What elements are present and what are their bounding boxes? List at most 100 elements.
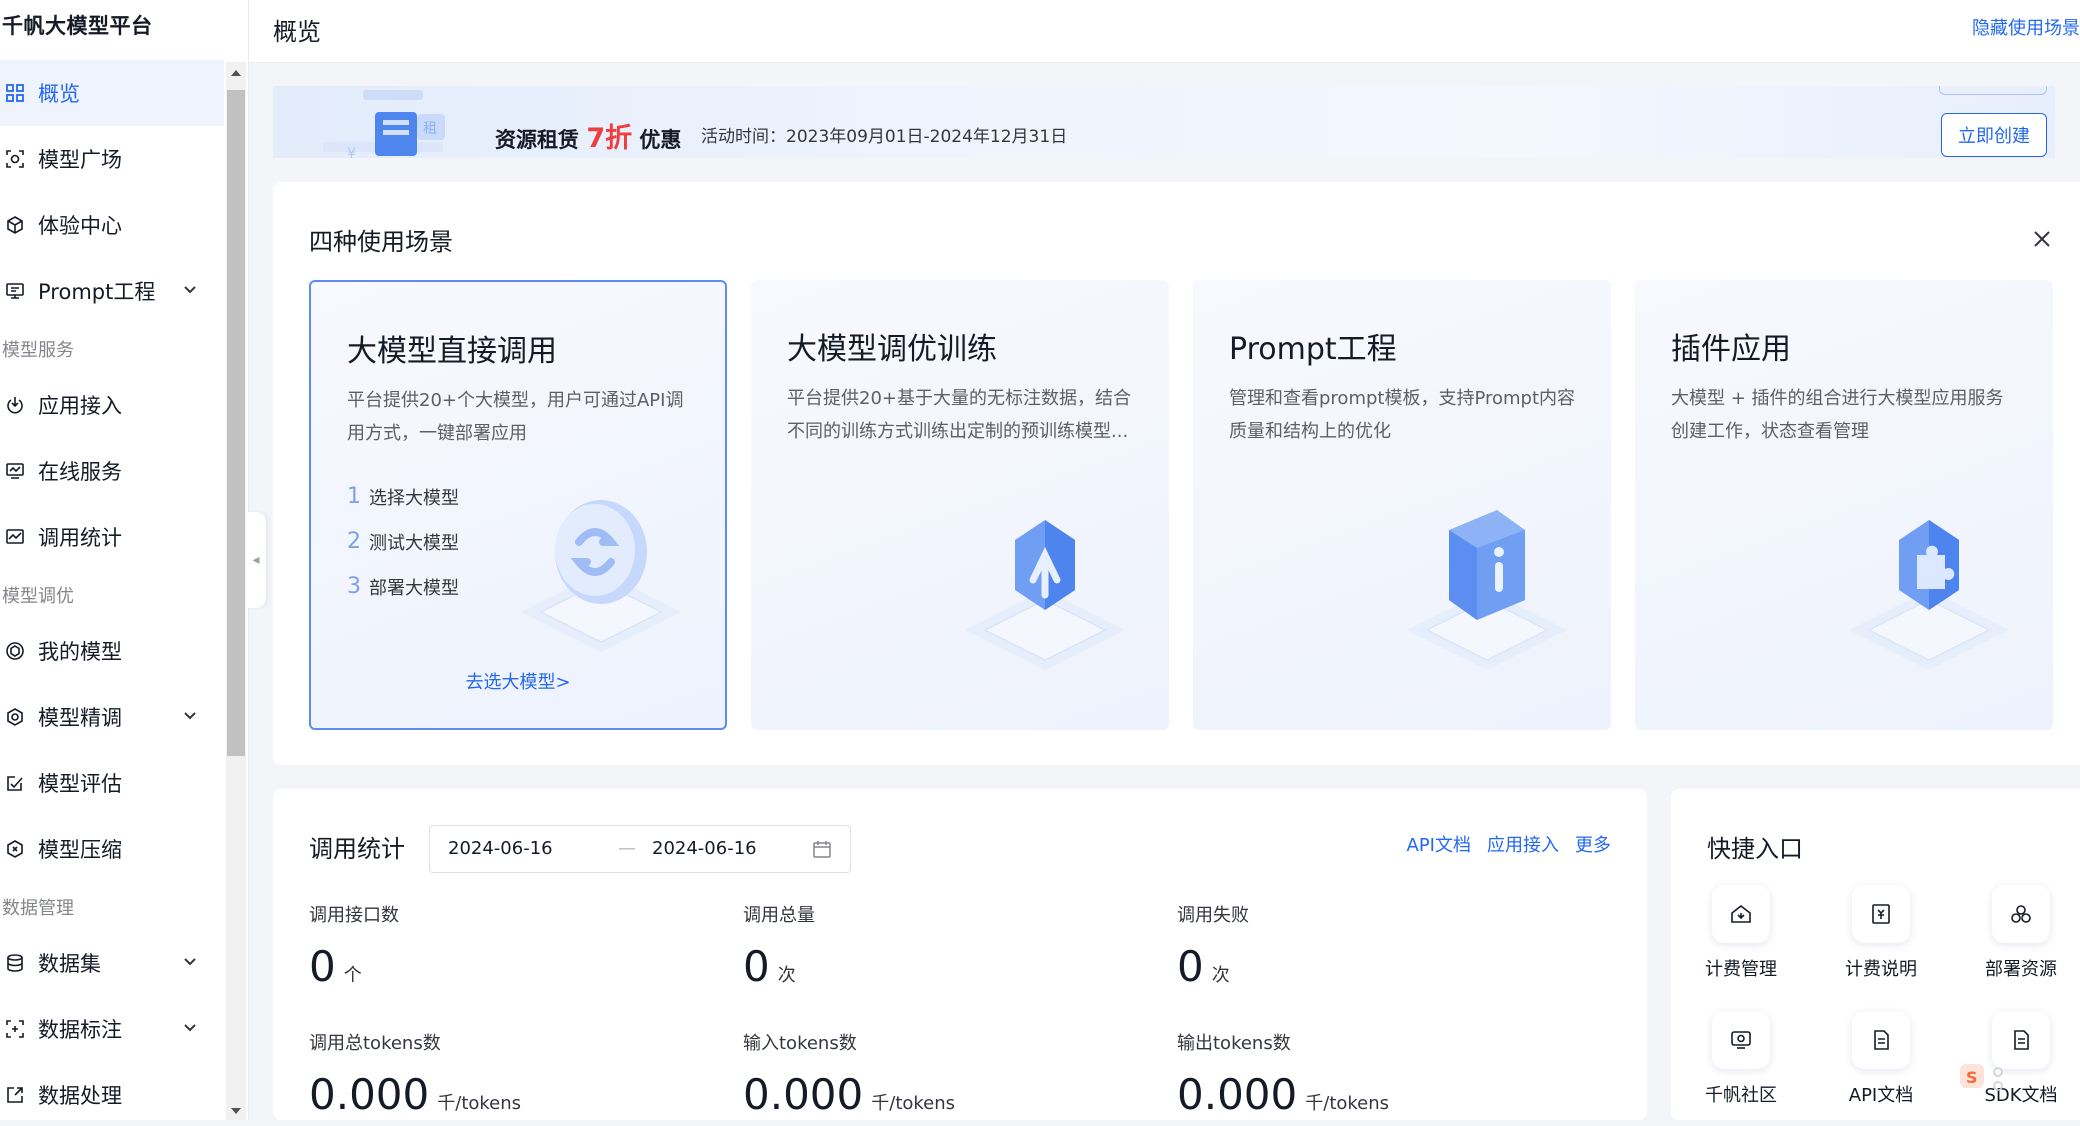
upload-arrow-icon — [965, 520, 1125, 670]
scenario-card-direct-call[interactable]: 大模型直接调用 平台提供20+个大模型，用户可通过API调用方式，一键部署应用 … — [309, 280, 727, 730]
sidebar-item-app-access[interactable]: 应用接入 — [0, 372, 224, 438]
sogou-input-icon[interactable]: S — [1960, 1058, 2012, 1098]
sidebar-item-label: 调用统计 — [38, 526, 122, 550]
sidebar-item-fine-tune[interactable]: 模型精调 — [0, 684, 224, 750]
card-title: Prompt工程 — [1229, 332, 1397, 367]
prompt-icon — [4, 280, 26, 302]
sidebar: 千帆大模型平台 概览 模型广场 体验中心 Prompt工程 模型服务 应用接入 … — [0, 0, 249, 1120]
section-title: 数据管理 — [2, 898, 74, 919]
create-now-button[interactable]: 立即创建 — [1941, 113, 2047, 157]
billing-manage-icon — [1712, 885, 1770, 943]
sidebar-item-experience[interactable]: 体验中心 — [0, 192, 224, 258]
scroll-up-arrow-icon[interactable] — [231, 70, 241, 76]
metric-total-tokens: 调用总tokens数 0.000 千/tokens — [309, 1033, 522, 1119]
stats-links: API文档 应用接入 更多 — [1407, 831, 1611, 857]
more-link[interactable]: 更多 — [1575, 831, 1611, 857]
deploy-resource-icon — [1992, 885, 2050, 943]
section-title: 模型服务 — [2, 340, 74, 361]
sidebar-item-prompt[interactable]: Prompt工程 — [0, 258, 224, 324]
svg-text:¥: ¥ — [347, 146, 356, 158]
sidebar-item-call-stats[interactable]: 调用统计 — [0, 504, 224, 570]
sidebar-item-my-model[interactable]: 我的模型 — [0, 618, 224, 684]
card-title: 大模型直接调用 — [347, 334, 557, 369]
call-stats-icon — [4, 526, 26, 548]
banner-ghost-button — [1939, 86, 2047, 95]
sidebar-item-label: 数据处理 — [38, 1084, 122, 1108]
call-stats-panel: 调用统计 2024-06-16 — 2024-06-16 API文档 应用接入 … — [273, 789, 1647, 1120]
api-doc-link[interactable]: API文档 — [1407, 831, 1471, 857]
date-end-input[interactable]: 2024-06-16 — [652, 838, 757, 859]
svg-text:S: S — [1966, 1068, 1978, 1087]
app-access-icon — [4, 394, 26, 416]
rental-illustration-icon: 租 ¥ — [323, 90, 445, 158]
sidebar-item-label: 数据集 — [38, 952, 101, 976]
sidebar-item-annotation[interactable]: 数据标注 — [0, 996, 224, 1062]
card-description: 管理和查看prompt模板，支持Prompt内容质量和结构上的优化 — [1229, 388, 1576, 442]
metric-output-tokens: 输出tokens数 0.000 千/tokens — [1177, 1033, 1390, 1119]
sidebar-scrollbar[interactable] — [226, 62, 246, 1120]
hide-scenes-link[interactable]: 隐藏使用场景 — [1972, 14, 2080, 40]
sidebar-item-dataset[interactable]: 数据集 — [0, 930, 224, 996]
page-header: 概览 隐藏使用场景 — [249, 0, 2080, 63]
quick-item-deploy-resource[interactable]: 部署资源 — [1966, 885, 2076, 985]
card-title: 大模型调优训练 — [787, 332, 997, 367]
quick-entry-panel: 快捷入口 计费管理 计费说明 部署资源 千帆社区 API文档 SDK文档 — [1671, 789, 2080, 1120]
app-access-link[interactable]: 应用接入 — [1487, 831, 1559, 857]
metric-api-count: 调用接口数 0个 — [309, 905, 399, 991]
discount-text: 7折 — [586, 123, 633, 154]
banner-title-suffix: 优惠 — [639, 128, 682, 152]
sidebar-item-compress[interactable]: 模型压缩 — [0, 816, 224, 882]
api-doc-icon — [1852, 1011, 1910, 1069]
scrollbar-thumb[interactable] — [227, 90, 245, 756]
community-icon — [1712, 1011, 1770, 1069]
chevron-down-icon[interactable] — [180, 1018, 200, 1038]
sidebar-item-model-plaza[interactable]: 模型广场 — [0, 126, 224, 192]
scenario-card-prompt[interactable]: Prompt工程 管理和查看prompt模板，支持Prompt内容质量和结构上的… — [1193, 280, 1611, 730]
compress-icon — [4, 838, 26, 860]
scenario-card-plugin[interactable]: 插件应用 大模型 + 插件的组合进行大模型应用服务创建工作，状态查看管理 — [1635, 280, 2053, 730]
card-description: 大模型 + 插件的组合进行大模型应用服务创建工作，状态查看管理 — [1671, 388, 2004, 442]
online-service-icon — [4, 460, 26, 482]
close-icon[interactable] — [2029, 226, 2055, 252]
metric-failed-calls: 调用失败 0次 — [1177, 905, 1249, 991]
sidebar-item-label: 在线服务 — [38, 460, 122, 484]
experience-cube-icon — [4, 214, 26, 236]
brand-title: 千帆大模型平台 — [2, 14, 153, 38]
date-range-picker[interactable]: 2024-06-16 — 2024-06-16 — [429, 825, 851, 873]
chevron-down-icon[interactable] — [180, 952, 200, 972]
evaluate-icon — [4, 772, 26, 794]
sidebar-item-online-service[interactable]: 在线服务 — [0, 438, 224, 504]
my-model-icon — [4, 640, 26, 662]
sidebar-item-data-process[interactable]: 数据处理 — [0, 1062, 224, 1120]
overview-grid-icon — [4, 82, 26, 104]
sidebar-item-label: 体验中心 — [38, 214, 122, 238]
scenario-card-fine-tune[interactable]: 大模型调优训练 平台提供20+基于大量的无标注数据，结合不同的训练方式训练出定制… — [751, 280, 1169, 730]
promo-banner: 租 ¥ 资源租赁 7折 优惠 活动时间：2023年09月01日-2024年12月… — [273, 86, 2055, 158]
sidebar-item-overview[interactable]: 概览 — [0, 60, 224, 126]
quick-entry-title: 快捷入口 — [1707, 835, 1803, 863]
quick-item-billing-manage[interactable]: 计费管理 — [1686, 885, 1796, 985]
sidebar-collapse-handle[interactable]: ◂ — [246, 512, 266, 608]
quick-item-api-doc[interactable]: API文档 — [1826, 1011, 1936, 1111]
chevron-down-icon[interactable] — [180, 280, 200, 300]
sidebar-item-label: 应用接入 — [38, 394, 122, 418]
nav-list: 概览 模型广场 体验中心 Prompt工程 模型服务 应用接入 在线服务 调用统… — [0, 60, 224, 1120]
puzzle-icon — [1849, 520, 2009, 670]
sidebar-item-label: 概览 — [38, 82, 80, 106]
data-process-icon — [4, 1084, 26, 1106]
chevron-down-icon[interactable] — [180, 706, 200, 726]
sidebar-item-label: 我的模型 — [38, 640, 122, 664]
sidebar-item-evaluate[interactable]: 模型评估 — [0, 750, 224, 816]
stats-title: 调用统计 — [309, 835, 405, 863]
date-separator: — — [618, 838, 636, 859]
fine-tune-icon — [4, 706, 26, 728]
calendar-icon[interactable] — [812, 839, 832, 859]
scroll-down-arrow-icon[interactable] — [231, 1108, 241, 1114]
quick-item-billing-doc[interactable]: 计费说明 — [1826, 885, 1936, 985]
sync-arrows-icon — [521, 500, 681, 652]
banner-title: 资源租赁 7折 优惠 — [495, 116, 681, 155]
choose-model-link[interactable]: 去选大模型> — [311, 668, 725, 694]
date-start-input[interactable]: 2024-06-16 — [448, 838, 553, 859]
quick-item-community[interactable]: 千帆社区 — [1686, 1011, 1796, 1111]
metric-input-tokens: 输入tokens数 0.000 千/tokens — [743, 1033, 956, 1119]
